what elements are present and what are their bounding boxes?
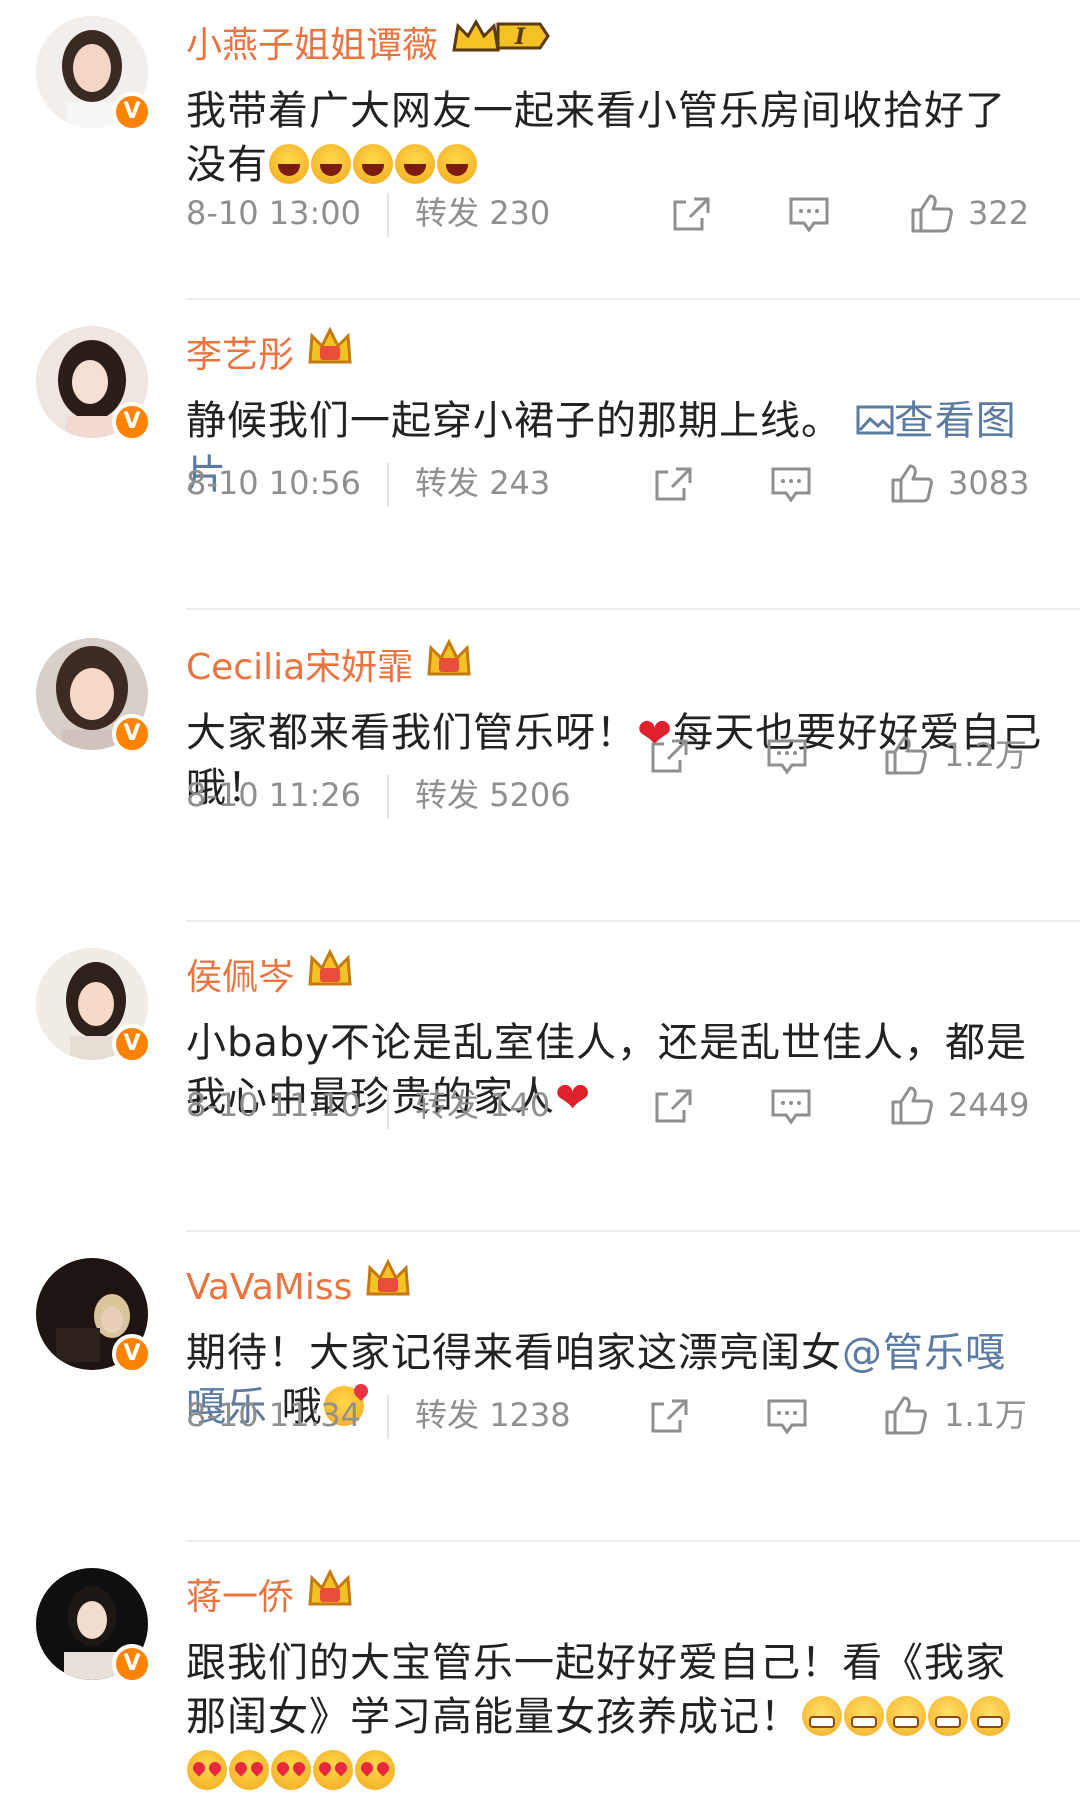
verified-icon: V [112,1334,152,1374]
forward-count[interactable]: 转发 243 [415,458,550,508]
verified-icon: V [112,714,152,754]
comment-icon[interactable] [770,1088,812,1126]
timestamp: 8-10 10:56 [186,464,362,502]
svg-text:I: I [514,24,526,50]
avatar[interactable]: V [36,326,152,442]
grinning-emoji-icon [802,1696,842,1736]
comment-item: V VaVaMiss 期待！大家记得来看咱家这漂亮闺女@管乐嘎嘎乐 哦 8-10… [0,1242,1080,1552]
author-name[interactable]: VaVaMiss [186,1258,412,1316]
share-icon[interactable] [650,1398,690,1434]
member-crown-icon [306,948,354,1002]
laughing-emoji-icon [311,144,351,184]
avatar[interactable]: V [36,1568,152,1684]
divider [387,1085,390,1129]
comment-item: V Cecilia宋妍霏 大家都来看我们管乐呀！❤每天也要好好爱自己哦！ 8-1… [0,622,1080,932]
comment-meta: 8-10 11:10 转发 140 [186,1080,550,1130]
like-count: 1.2万 [944,736,1027,774]
comment-meta: 8-10 11:34 转发 1238 [186,1390,571,1440]
divider [387,193,390,237]
laughing-emoji-icon [353,144,393,184]
member-crown-icon [364,1258,412,1312]
comment-icon[interactable] [766,738,808,776]
comment-text: 跟我们的大宝管乐一起好好爱自己！看《我家那闺女》学习高能量女孩养成记！ [186,1636,1046,1798]
image-icon [856,405,894,435]
grinning-emoji-icon [970,1696,1010,1736]
comment-icon[interactable] [766,1398,808,1436]
laughing-emoji-icon [269,144,309,184]
verified-icon: V [112,402,152,442]
heart-emoji-icon: ❤ [555,1073,592,1122]
comment-text: 我带着广大网友一起来看小管乐房间收拾好了没有 [186,88,1006,188]
comment-item: V 李艺彤 静候我们一起穿小裙子的那期上线。 查看图片 8-10 10:56 转发… [0,310,1080,620]
like-count: 2449 [948,1086,1030,1124]
forward-count[interactable]: 转发 230 [415,188,550,238]
comment-item: V 侯佩岑 小baby不论是乱室佳人，还是乱世佳人，都是我心中最珍贵的家人❤ 8… [0,932,1080,1242]
like-count: 3083 [948,464,1030,502]
divider [186,920,1080,922]
comment-icon[interactable] [788,196,830,234]
share-icon[interactable] [654,1088,694,1124]
like-count: 1.1万 [944,1396,1027,1434]
timestamp: 8-10 11:26 [186,776,362,814]
heart-eyes-emoji-icon [229,1750,269,1790]
divider [186,608,1080,610]
grinning-emoji-icon [886,1696,926,1736]
verified-icon: V [112,1024,152,1064]
divider [387,775,390,819]
avatar[interactable]: V [36,16,152,132]
share-icon[interactable] [650,738,690,774]
member-crown-icon [425,638,473,692]
laughing-emoji-icon [437,144,477,184]
comment-item: V 蒋一侨 跟我们的大宝管乐一起好好爱自己！看《我家那闺女》学习高能量女孩养成记… [0,1552,1080,1812]
avatar[interactable]: V [36,948,152,1064]
comment-feed: V 小燕子姐姐谭薇 I 我带着广大网友一起来看小管乐房间收拾好了没有 8-10 … [0,0,1080,1812]
thumbs-up-icon[interactable] [910,192,954,234]
share-icon[interactable] [672,196,712,232]
divider [387,1395,390,1439]
comment-meta: 8-10 10:56 转发 243 [186,458,550,508]
comment-icon[interactable] [770,466,812,504]
avatar[interactable]: V [36,1258,152,1374]
member-crown-icon [306,1568,354,1622]
grinning-emoji-icon [844,1696,884,1736]
heart-eyes-emoji-icon [271,1750,311,1790]
verified-icon: V [112,92,152,132]
divider [186,1230,1080,1232]
member-crown-icon [306,326,354,380]
member-crown-icon: I [450,16,550,70]
comment-meta: 8-10 13:00 转发 230 [186,188,550,238]
like-count: 322 [968,194,1030,232]
author-name[interactable]: 李艺彤 [186,326,354,384]
laughing-emoji-icon [395,144,435,184]
heart-eyes-emoji-icon [187,1750,227,1790]
author-name[interactable]: 蒋一侨 [186,1568,354,1626]
divider [186,298,1080,300]
forward-count[interactable]: 转发 5206 [415,770,571,820]
author-name[interactable]: Cecilia宋妍霏 [186,638,473,696]
thumbs-up-icon[interactable] [890,462,934,504]
timestamp: 8-10 11:10 [186,1086,362,1124]
author-name[interactable]: 侯佩岑 [186,948,354,1006]
avatar[interactable]: V [36,638,152,754]
share-icon[interactable] [654,466,694,502]
thumbs-up-icon[interactable] [890,1084,934,1126]
timestamp: 8-10 11:34 [186,1396,362,1434]
divider [186,1540,1080,1542]
forward-count[interactable]: 转发 140 [415,1080,550,1130]
forward-count[interactable]: 转发 1238 [415,1390,571,1440]
heart-eyes-emoji-icon [355,1750,395,1790]
thumbs-up-icon[interactable] [884,1394,928,1436]
thumbs-up-icon[interactable] [884,734,928,776]
timestamp: 8-10 13:00 [186,194,362,232]
grinning-emoji-icon [928,1696,968,1736]
divider [387,463,390,507]
comment-meta: 8-10 11:26 转发 5206 [186,770,571,820]
verified-icon: V [112,1644,152,1684]
comment-item: V 小燕子姐姐谭薇 I 我带着广大网友一起来看小管乐房间收拾好了没有 8-10 … [0,0,1080,310]
heart-eyes-emoji-icon [313,1750,353,1790]
author-name[interactable]: 小燕子姐姐谭薇 I [186,18,550,74]
